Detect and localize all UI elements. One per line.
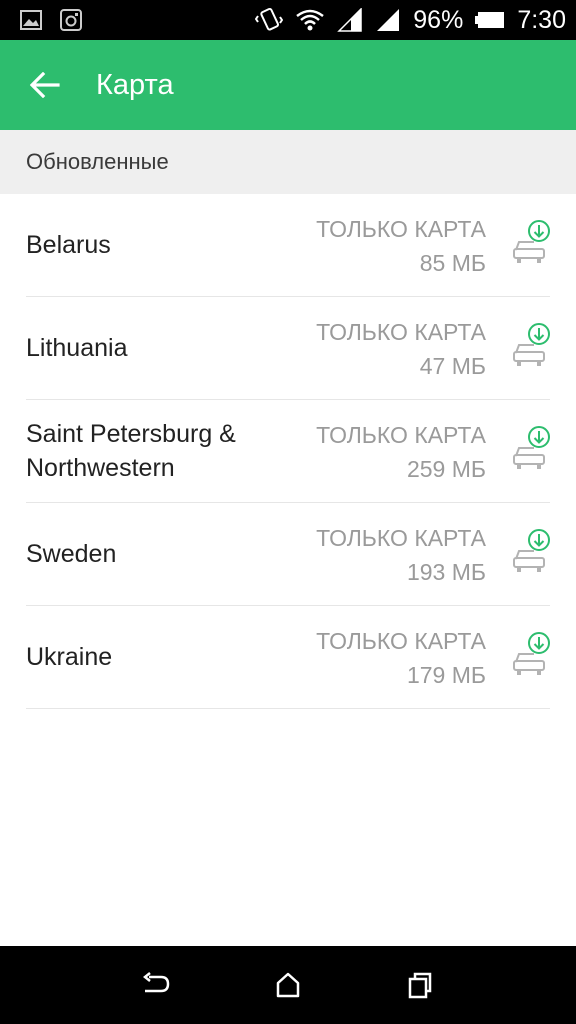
list-item[interactable]: Ukraine ТОЛЬКО КАРТА 179 МБ xyxy=(26,606,550,709)
wifi-icon xyxy=(295,8,325,32)
battery-icon xyxy=(475,11,505,29)
map-type: ТОЛЬКО КАРТА xyxy=(316,319,486,345)
car-download-icon[interactable] xyxy=(512,220,550,266)
home-icon xyxy=(276,972,300,998)
list-item[interactable]: Sweden ТОЛЬКО КАРТА 193 МБ xyxy=(26,503,550,606)
map-name: Lithuania xyxy=(26,334,128,362)
map-size: 179 МБ xyxy=(406,662,486,688)
list-item[interactable]: Saint Petersburg & Northwestern ТОЛЬКО К… xyxy=(26,400,550,503)
list-item[interactable]: Lithuania ТОЛЬКО КАРТА 47 МБ xyxy=(26,297,550,400)
page-title: Карта xyxy=(96,68,174,101)
map-size: 259 МБ xyxy=(406,456,486,482)
nav-home-button[interactable] xyxy=(258,955,318,1015)
car-download-icon[interactable] xyxy=(512,632,550,678)
car-download-icon[interactable] xyxy=(512,426,550,472)
map-info: ТОЛЬКО КАРТА 47 МБ xyxy=(316,315,486,383)
signal-icon xyxy=(375,8,401,32)
section-header: Обновленные xyxy=(0,130,576,194)
map-name: Sweden xyxy=(26,540,117,568)
clock: 7:30 xyxy=(517,5,566,34)
recents-icon xyxy=(408,972,432,999)
car-download-icon[interactable] xyxy=(512,529,550,575)
vibrate-icon xyxy=(255,7,284,33)
map-type: ТОЛЬКО КАРТА xyxy=(316,525,486,551)
nav-recents-button[interactable] xyxy=(390,955,450,1015)
map-size: 47 МБ xyxy=(419,353,486,379)
status-bar: 96% 7:30 xyxy=(0,0,576,40)
battery-percent: 96% xyxy=(413,5,464,34)
map-name: Saint Petersburg & Northwestern xyxy=(26,420,236,482)
map-info: ТОЛЬКО КАРТА 259 МБ xyxy=(316,418,486,486)
list-item[interactable]: Belarus ТОЛЬКО КАРТА 85 МБ xyxy=(26,194,550,297)
car-download-icon[interactable] xyxy=(512,323,550,369)
map-type: ТОЛЬКО КАРТА xyxy=(316,216,486,242)
map-name: Ukraine xyxy=(26,643,113,671)
nav-back-button[interactable] xyxy=(126,955,186,1015)
map-name: Belarus xyxy=(26,231,111,259)
navigation-bar xyxy=(0,946,576,1024)
back-button[interactable] xyxy=(0,40,90,130)
map-list: Belarus ТОЛЬКО КАРТА 85 МБ Lithuania ТОЛ… xyxy=(26,194,550,709)
map-size: 85 МБ xyxy=(419,250,486,276)
map-size: 193 МБ xyxy=(406,559,486,585)
map-info: ТОЛЬКО КАРТА 193 МБ xyxy=(316,521,486,589)
image-icon xyxy=(20,10,42,30)
instagram-icon xyxy=(60,9,82,31)
arrow-back-icon xyxy=(30,72,60,98)
map-type: ТОЛЬКО КАРТА xyxy=(316,422,486,448)
back-icon xyxy=(142,972,170,993)
signal-icon xyxy=(337,8,363,32)
map-type: ТОЛЬКО КАРТА xyxy=(316,628,486,654)
map-info: ТОЛЬКО КАРТА 179 МБ xyxy=(316,624,486,692)
app-bar: Карта xyxy=(0,40,576,130)
map-info: ТОЛЬКО КАРТА 85 МБ xyxy=(316,212,486,280)
